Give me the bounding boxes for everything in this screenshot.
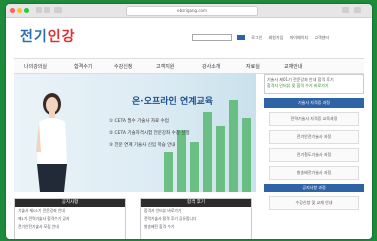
hero-title: 온·오프라인 연계교육 <box>132 97 214 107</box>
logo-part1: 전기 <box>20 29 48 45</box>
header-utility-bar: 로그인 회원가입 마이페이지 고객센터 <box>192 34 334 41</box>
nav-item-books[interactable]: 교재안내 <box>284 63 302 70</box>
minimize-window-button[interactable] <box>17 8 22 13</box>
reviews-box-title: 합격 후기 <box>141 199 251 207</box>
panel-title: 기술사 자격증 과정 <box>264 98 364 108</box>
back-button[interactable] <box>36 7 42 13</box>
list-item[interactable]: 기술사 제01기 전문강좌 안내 <box>15 207 125 215</box>
login-link[interactable]: 로그인 <box>251 35 262 40</box>
main-nav: 나의강의실 합격수기 수강신청 고객지원 강사소개 자료실 교재안내 <box>14 58 364 74</box>
nav-item-classroom[interactable]: 나의강의실 <box>24 63 47 70</box>
web-page: 전기인강 로그인 회원가입 마이페이지 고객센터 나의강의실 합격수기 수강신청… <box>6 18 372 239</box>
presenter-image <box>36 93 67 192</box>
notice-banner[interactable]: 기술사 제01기 전문강좌 안내 합격 후기 합격자 인터뷰 및 합격 수기 바… <box>264 74 364 94</box>
list-item[interactable]: 전력기술사 합격 후기 공유합니다 <box>141 215 251 223</box>
address-bar[interactable]: ebsrigang.com <box>126 6 258 16</box>
hero-bullet-1: ① CETA 필수 기술사 자료 수업 <box>109 119 169 124</box>
nav-item-enroll[interactable]: 수강신청 <box>114 63 132 70</box>
right-sidebar: 기술사 제01기 전문강좌 안내 합격 후기 합격자 인터뷰 및 합격 수기 바… <box>264 74 364 210</box>
search-input[interactable] <box>192 34 232 41</box>
browser-toolbar: ebsrigang.com <box>6 4 372 18</box>
sidebar-button[interactable] <box>54 7 62 13</box>
panel2-title: 공지사항 과정 <box>264 184 364 192</box>
zoom-window-button[interactable] <box>24 8 29 13</box>
tabs-button[interactable] <box>354 7 361 13</box>
logo-part2: 인강 <box>47 29 76 45</box>
panel2-item[interactable]: 수강신청 및 교재 안내 <box>269 196 359 210</box>
service-link[interactable]: 고객센터 <box>314 35 329 40</box>
list-item[interactable]: 전기안전기술사 모집 안내 <box>15 223 125 231</box>
panel-item[interactable]: 전력기술사 자격증 교육과정 <box>269 112 359 126</box>
notice-box: 공지사항 기술사 제01기 전문강좌 안내 제1기 전력기술사 합격수기 공지 … <box>14 198 126 239</box>
close-window-button[interactable] <box>10 8 15 13</box>
site-logo[interactable]: 전기인강 <box>20 26 76 46</box>
notice-line-2: 합격자 인터뷰 및 합격 수기 바로가기 <box>267 83 329 88</box>
notice-box-title: 공지사항 <box>15 199 125 207</box>
hero-bullet-2: ② CETA 기술자격시험 전문강좌 수강 신청 <box>109 131 190 136</box>
panel-item[interactable]: 발송배전기술사 과정 <box>269 166 359 180</box>
reviews-box: 합격 후기 합격자 인터뷰 바로가기 전력기술사 합격 후기 공유합니다 발송배… <box>140 198 252 239</box>
list-item[interactable]: 제1기 전력기술사 합격수기 공지 <box>15 215 125 223</box>
hero-bullet-3: ③ 전문 연계 기술사 신입 학습 안내 <box>109 143 176 148</box>
panel-item[interactable]: 전기철도기술사 과정 <box>269 148 359 162</box>
search-button[interactable] <box>237 35 245 40</box>
list-item[interactable]: 합격자 인터뷰 바로가기 <box>141 207 251 215</box>
hero-banner[interactable]: 온·오프라인 연계교육 ① CETA 필수 기술사 자료 수업 ② CETA 기… <box>14 74 256 192</box>
nav-item-reviews[interactable]: 합격수기 <box>74 63 92 70</box>
list-item[interactable]: 발송배전 합격 수기 <box>141 223 251 231</box>
join-link[interactable]: 회원가입 <box>269 35 284 40</box>
mypage-link[interactable]: 마이페이지 <box>290 35 308 40</box>
browser-window: ebsrigang.com 전기인강 로그인 회원가입 마이페이지 고객센터 나… <box>6 4 372 239</box>
panel-item[interactable]: 전기안전기술사 과정 <box>269 130 359 144</box>
nav-item-instructors[interactable]: 강사소개 <box>202 63 220 70</box>
forward-button[interactable] <box>44 7 50 13</box>
share-button[interactable] <box>342 7 349 13</box>
nav-item-archive[interactable]: 자료실 <box>246 63 260 70</box>
nav-item-support[interactable]: 고객지원 <box>156 63 174 70</box>
